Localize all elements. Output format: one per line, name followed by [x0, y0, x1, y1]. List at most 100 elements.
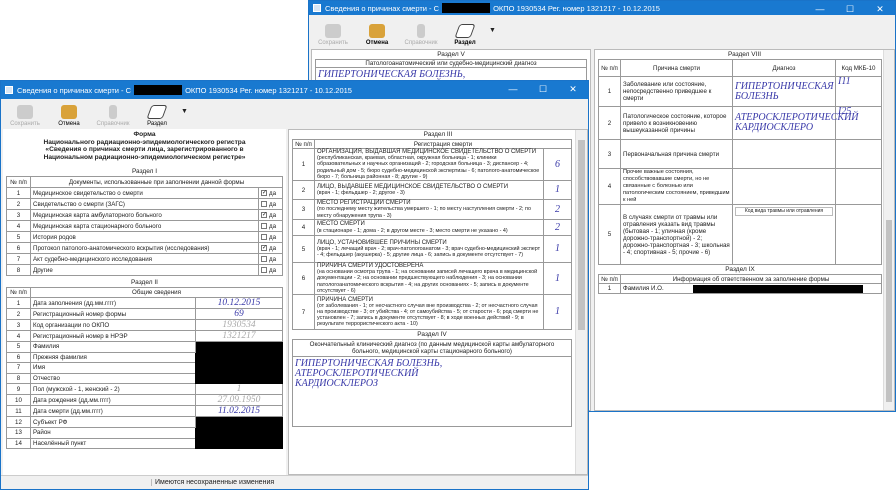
value-field[interactable]: 27.09.1950	[195, 394, 283, 407]
document-checkbox[interactable]: да	[258, 264, 283, 276]
document-checkbox[interactable]: да	[258, 198, 283, 210]
section1-table: № п/п Документы, использованные при запол…	[6, 176, 283, 276]
col-header: Регистрация смерти	[314, 139, 572, 149]
checkbox-label: да	[269, 211, 277, 219]
value-field[interactable]: 11.02.2015	[195, 405, 283, 418]
col-header: № п/п	[6, 287, 31, 298]
icd-code-field[interactable]	[835, 139, 882, 169]
col-header: № п/п	[598, 274, 621, 284]
document-checkbox[interactable]: ✓ да	[258, 209, 283, 221]
value-field[interactable]: 1	[543, 294, 572, 331]
reference-button[interactable]: Справочник	[93, 105, 133, 127]
value-field[interactable]: 1	[543, 262, 572, 296]
label: Сохранить	[318, 40, 348, 46]
scrollbar[interactable]	[883, 50, 894, 410]
value-field[interactable]: 2	[543, 219, 572, 237]
checkbox-icon[interactable]: ✓	[261, 244, 267, 251]
scrollbar-thumb[interactable]	[886, 220, 892, 402]
col-header: Причина смерти	[620, 59, 733, 77]
field-label: Район	[30, 426, 196, 439]
close-button[interactable]: ✕	[865, 1, 895, 15]
form-title-line: Национального радиационно-эпидемиологиче…	[43, 138, 246, 146]
section-button[interactable]: Раздел	[445, 24, 485, 46]
window-title: Сведения о причинах смерти - С	[17, 85, 132, 95]
diagnosis-field[interactable]: ГИПЕРТОНИЧЕСКАЯ БОЛЕЗНЬ	[732, 76, 836, 107]
table-row: 2 ЛИЦО, ВЫДАВШЕЕ МЕДИЦИНСКОЕ СВИДЕТЕЛЬСТВ…	[292, 180, 572, 201]
document-checkbox[interactable]: да	[258, 253, 283, 265]
icd-code-field[interactable]: I11	[835, 76, 882, 107]
value-field[interactable]: 1	[195, 383, 283, 396]
title-bar[interactable]: Сведения о причинах смерти - С ОКПО 19305…	[1, 81, 588, 99]
minimize-button[interactable]: —	[498, 81, 528, 99]
value-field[interactable]: 2	[543, 199, 572, 221]
document-checkbox[interactable]: да	[258, 220, 283, 232]
reference-button[interactable]: Справочник	[401, 24, 441, 46]
document-label: Медицинская карта амбулаторного больного	[30, 209, 259, 221]
toolbar: Сохранить Отмена Справочник Раздел ▼	[1, 99, 588, 129]
document-checkbox[interactable]: ✓ да	[258, 242, 283, 254]
save-button[interactable]: Сохранить	[5, 105, 45, 127]
row-number: 2	[6, 198, 31, 210]
injury-code-field[interactable]: Код вида травмы или отравления	[735, 207, 833, 216]
redacted-field[interactable]	[195, 340, 283, 385]
row-number: 5	[598, 204, 621, 265]
table-row: 6 Протокол патолого-анатомического вскрыт…	[6, 242, 283, 254]
value-field[interactable]: 1930534	[195, 319, 283, 331]
value-field[interactable]: 1321217	[195, 330, 283, 342]
row-number: 1	[6, 297, 31, 309]
checkbox-icon[interactable]	[261, 233, 267, 240]
value-field[interactable]: 69	[195, 308, 283, 320]
cancel-button[interactable]: Отмена	[357, 24, 397, 46]
checkbox-icon[interactable]	[261, 222, 267, 229]
redacted-field[interactable]	[195, 416, 283, 450]
diagnosis-field[interactable]: АТЕРОСКЛЕРОТИЧЕСКИЙ КАРДИОСКЛЕРО	[732, 106, 859, 140]
save-button[interactable]: Сохранить	[313, 24, 353, 46]
checkbox-label: да	[269, 244, 277, 252]
section-title: Раздел IX	[725, 266, 755, 273]
responsible-name-field[interactable]	[693, 284, 863, 293]
row-number: 5	[6, 341, 31, 353]
scrollbar-thumb[interactable]	[578, 140, 585, 330]
row-number: 9	[6, 383, 31, 396]
status-text: Имеются несохраненные изменения	[151, 479, 274, 486]
value-field[interactable]: 1	[543, 180, 572, 201]
dropdown-arrow-icon[interactable]: ▼	[489, 27, 496, 34]
icd-code-field[interactable]	[835, 204, 882, 265]
cancel-button[interactable]: Отмена	[49, 105, 89, 127]
document-label: История родов	[30, 231, 259, 243]
row-number: 1	[6, 187, 31, 199]
diagnosis-field[interactable]	[732, 168, 836, 205]
minimize-button[interactable]: —	[805, 1, 835, 15]
checkbox-icon[interactable]: ✓	[261, 189, 267, 196]
close-button[interactable]: ✕	[558, 81, 588, 99]
document-checkbox[interactable]: ✓ да	[258, 187, 283, 199]
cancel-icon	[369, 24, 385, 38]
scrollbar[interactable]	[575, 130, 587, 474]
section-title: Раздел IV	[417, 331, 447, 339]
left-pane: Форма Национального радиационно-эпидемио…	[3, 129, 286, 475]
status-bar: Имеются несохраненные изменения	[1, 475, 588, 489]
checkbox-icon[interactable]	[261, 266, 267, 273]
title-bar[interactable]: Сведения о причинах смерти - С ОКПО 19305…	[309, 1, 895, 15]
section-button[interactable]: Раздел	[137, 105, 177, 127]
checkbox-icon[interactable]	[261, 255, 267, 262]
section4-text[interactable]: ГИПЕРТОНИЧЕСКАЯ БОЛЕЗНЬ, АТЕРОСКЛЕРОТИЧЕ…	[293, 357, 493, 391]
section4-field[interactable]: Окончательный клинический диагноз (по да…	[292, 339, 572, 428]
checkbox-icon[interactable]	[261, 200, 267, 207]
front-window: Сведения о причинах смерти - С ОКПО 19305…	[0, 80, 589, 490]
app-icon	[5, 86, 13, 94]
icd-code-field[interactable]	[835, 168, 882, 205]
maximize-button[interactable]: ☐	[835, 1, 865, 15]
diagnosis-field[interactable]	[732, 139, 836, 169]
value-field[interactable]: 10.12.2015	[195, 297, 283, 309]
label: Справочник	[404, 40, 438, 46]
document-checkbox[interactable]: да	[258, 231, 283, 243]
reference-icon	[417, 24, 425, 38]
dropdown-arrow-icon[interactable]: ▼	[181, 108, 188, 115]
maximize-button[interactable]: ☐	[528, 81, 558, 99]
form-title-line: Форма	[133, 131, 156, 138]
value-field[interactable]: 1	[543, 235, 572, 264]
value-field[interactable]: 6	[543, 147, 572, 182]
checkbox-icon[interactable]: ✓	[261, 211, 267, 218]
row-number: 4	[292, 219, 315, 237]
